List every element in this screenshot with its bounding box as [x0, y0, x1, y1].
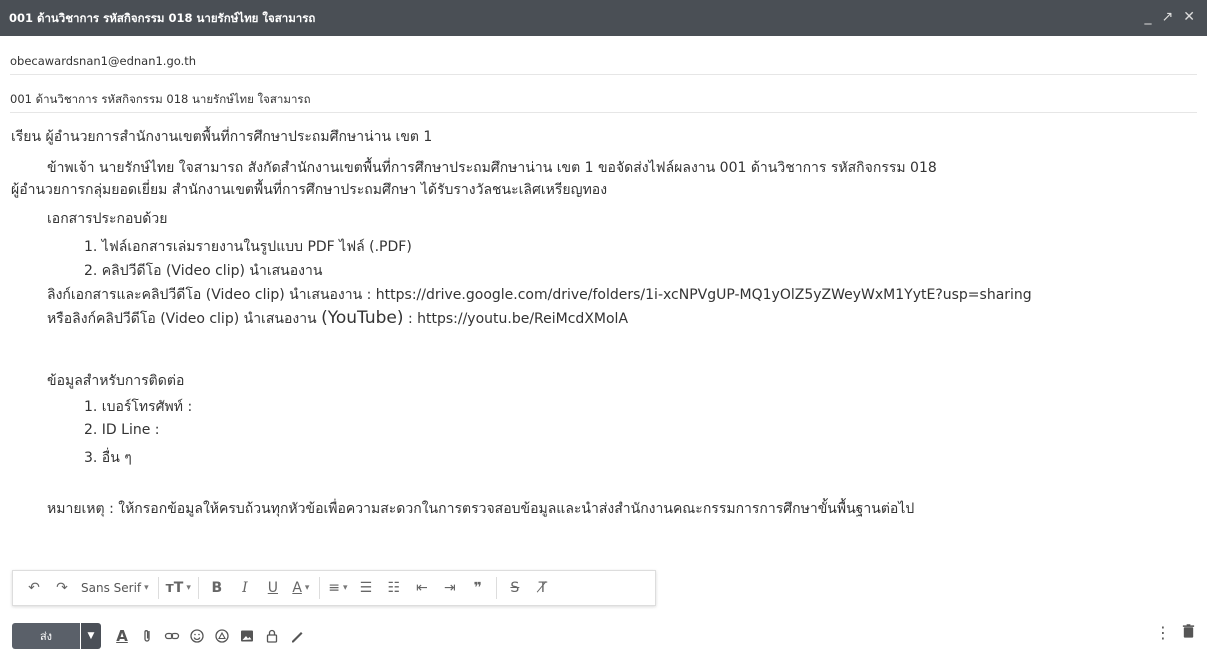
to-field[interactable]: obecawardsnan1@ednan1.go.th: [10, 48, 1197, 75]
italic-icon[interactable]: I: [232, 576, 258, 600]
signature-icon[interactable]: [286, 625, 308, 647]
contact-item-line: 2. ID Line :: [84, 422, 160, 438]
numbered-list-icon[interactable]: ☰: [353, 576, 379, 600]
close-icon[interactable]: ✕: [1183, 8, 1195, 26]
drive-link-line[interactable]: ลิงก์เอกสารและคลิปวีดีโอ (Video clip) นำ…: [47, 284, 1032, 306]
toolbar-divider: [197, 577, 199, 599]
document-item-1: 1. ไฟล์เอกสารเล่มรายงานในรูปแบบ PDF ไฟล์…: [84, 239, 412, 255]
minimize-icon[interactable]: _: [1145, 8, 1152, 26]
youtube-link-prefix: หรือลิงก์คลิปวีดีโอ (Video clip) นำเสนอง…: [47, 311, 322, 327]
compose-title-bar: 001 ด้านวิชาการ รหัสกิจกรรม 018 นายรักษ์…: [0, 0, 1207, 36]
body-paragraph-1: ข้าพเจ้า นายรักษ์ไทย ใจสามารถ สังกัดสำนั…: [47, 160, 937, 176]
popout-icon[interactable]: ↗: [1162, 8, 1174, 26]
compose-title: 001 ด้านวิชาการ รหัสกิจกรรม 018 นายรักษ์…: [9, 11, 316, 25]
youtube-brand: (YouTube): [321, 308, 404, 328]
subject-field[interactable]: 001 ด้านวิชาการ รหัสกิจกรรม 018 นายรักษ์…: [10, 86, 1197, 113]
document-item-2: 2. คลิปวีดีโอ (Video clip) นำเสนองาน: [84, 263, 323, 279]
subject-value: 001 ด้านวิชาการ รหัสกิจกรรม 018 นายรักษ์…: [10, 92, 311, 106]
send-options-chevron-icon[interactable]: ▼: [81, 623, 101, 649]
bold-icon[interactable]: B: [204, 576, 230, 600]
discard-trash-icon[interactable]: [1181, 623, 1196, 643]
bottom-right-icons: ⋮: [1155, 623, 1196, 643]
compose-bottom-bar: ส่ง ▼ A ⋮: [12, 623, 1202, 649]
documents-heading: เอกสารประกอบด้วย: [47, 211, 168, 227]
note-line: หมายเหตุ : ให้กรอกข้อมูลให้ครบถ้วนทุกหัว…: [47, 501, 915, 517]
contact-item-other: 3. อื่น ๆ: [84, 450, 132, 466]
quote-icon[interactable]: ❞: [465, 576, 491, 600]
insert-link-icon[interactable]: [161, 625, 183, 647]
indent-less-icon[interactable]: ⇤: [409, 576, 435, 600]
insert-photo-icon[interactable]: [236, 625, 258, 647]
underline-icon[interactable]: U: [260, 576, 286, 600]
send-button[interactable]: ส่ง: [12, 623, 80, 649]
attach-file-icon[interactable]: [136, 625, 158, 647]
youtube-link-line[interactable]: หรือลิงก์คลิปวีดีโอ (Video clip) นำเสนอง…: [47, 308, 628, 330]
confidential-mode-icon[interactable]: [261, 625, 283, 647]
text-color-icon[interactable]: A ▾: [288, 576, 314, 600]
chevron-down-icon: ▾: [144, 583, 149, 593]
toolbar-divider: [318, 577, 320, 599]
contact-item-phone: 1. เบอร์โทรศัพท์ :: [84, 399, 193, 415]
youtube-link-url: : https://youtu.be/ReiMcdXMolA: [403, 311, 629, 327]
toolbar-divider: [495, 577, 497, 599]
indent-more-icon[interactable]: ⇥: [437, 576, 463, 600]
formatting-toolbar: ↶ ↷ Sans Serif ▾ тT ▾ B I U A ▾ ≡ ▾ ☰ ☷ ⇤ ⇥ …: [12, 570, 656, 606]
font-family-label: Sans Serif: [81, 581, 142, 595]
bulleted-list-icon[interactable]: ☷: [381, 576, 407, 600]
greeting-line: เรียน ผู้อำนวยการสำนักงานเขตพื้นที่การศึ…: [11, 129, 433, 145]
font-family-select[interactable]: Sans Serif ▾: [77, 576, 153, 600]
remove-formatting-icon[interactable]: T̸: [530, 576, 556, 600]
contact-heading: ข้อมูลสำหรับการติดต่อ: [47, 373, 185, 389]
strikethrough-icon[interactable]: S: [502, 576, 528, 600]
window-controls: _ ↗ ✕: [1145, 8, 1195, 26]
to-recipient: obecawardsnan1@ednan1.go.th: [10, 54, 197, 68]
body-paragraph-1-cont: ผู้อำนวยการกลุ่มยอดเยี่ยม สำนักงานเขตพื้…: [11, 182, 608, 198]
toolbar-divider: [157, 577, 159, 599]
undo-icon[interactable]: ↶: [21, 576, 47, 600]
formatting-options-icon[interactable]: A: [111, 625, 133, 647]
font-size-icon[interactable]: тT ▾: [164, 576, 193, 600]
emoji-icon[interactable]: [186, 625, 208, 647]
drive-icon[interactable]: [211, 625, 233, 647]
align-icon[interactable]: ≡ ▾: [325, 576, 351, 600]
redo-icon[interactable]: ↷: [49, 576, 75, 600]
more-options-icon[interactable]: ⋮: [1155, 623, 1171, 643]
